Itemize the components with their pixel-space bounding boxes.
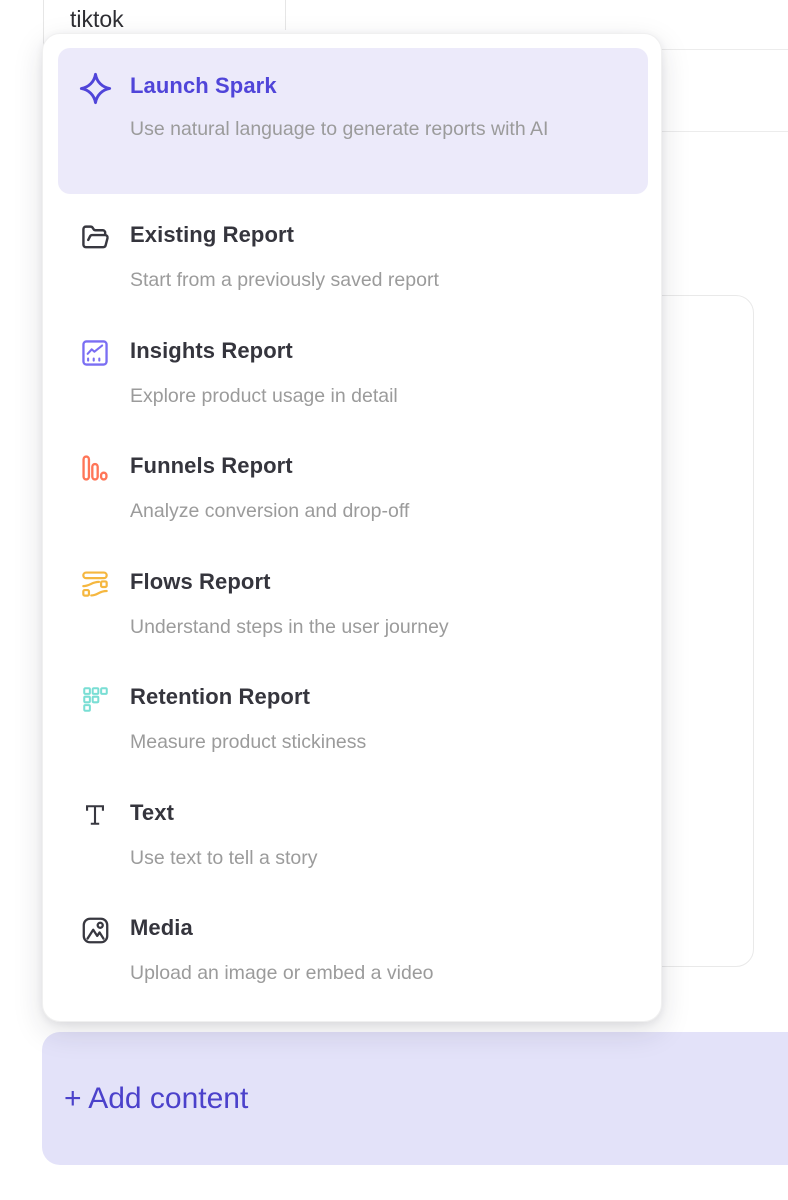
menu-item-insights-report[interactable]: Insights Report Explore product usage in … <box>58 336 648 411</box>
menu-item-text[interactable]: Text Use text to tell a story <box>58 798 648 873</box>
menu-item-title: Funnels Report <box>130 451 628 481</box>
menu-item-description: Use natural language to generate reports… <box>130 115 608 144</box>
menu-item-existing-report[interactable]: Existing Report Start from a previously s… <box>58 220 648 295</box>
retention-grid-icon <box>78 682 112 716</box>
screen: tiktok Launch Spark Use natural language … <box>0 0 788 1200</box>
menu-item-description: Understand steps in the user journey <box>130 613 628 642</box>
media-image-icon <box>78 913 112 947</box>
menu-item-title: Insights Report <box>130 336 628 366</box>
background-table-cell-text: tiktok <box>70 6 124 33</box>
spark-icon <box>78 71 112 105</box>
menu-item-text: Existing Report Start from a previously s… <box>130 220 628 295</box>
menu-item-title: Existing Report <box>130 220 628 250</box>
menu-item-title: Media <box>130 913 628 943</box>
menu-item-text: Insights Report Explore product usage in … <box>130 336 628 411</box>
menu-item-description: Upload an image or embed a video <box>130 959 628 988</box>
menu-item-media[interactable]: Media Upload an image or embed a video <box>58 913 648 988</box>
menu-item-description: Start from a previously saved report <box>130 266 628 295</box>
funnel-bars-icon <box>78 451 112 485</box>
menu-item-description: Use text to tell a story <box>130 844 628 873</box>
add-content-button[interactable]: + Add content <box>42 1032 788 1165</box>
menu-item-launch-spark[interactable]: Launch Spark Use natural language to gene… <box>58 48 648 194</box>
menu-item-description: Explore product usage in detail <box>130 382 628 411</box>
menu-item-title: Text <box>130 798 628 828</box>
menu-item-text: Text Use text to tell a story <box>130 798 628 873</box>
folder-open-icon <box>78 220 112 254</box>
background-table-border <box>285 0 286 30</box>
menu-item-flows-report[interactable]: Flows Report Understand steps in the user… <box>58 567 648 642</box>
add-content-label: + Add content <box>64 1084 248 1114</box>
menu-item-text: Launch Spark Use natural language to gene… <box>130 71 628 144</box>
menu-item-retention-report[interactable]: Retention Report Measure product stickine… <box>58 682 648 757</box>
menu-item-title: Launch Spark <box>130 71 628 101</box>
menu-item-description: Measure product stickiness <box>130 728 628 757</box>
menu-item-text: Retention Report Measure product stickine… <box>130 682 628 757</box>
text-icon <box>78 798 112 832</box>
menu-item-title: Retention Report <box>130 682 628 712</box>
menu-item-funnels-report[interactable]: Funnels Report Analyze conversion and dro… <box>58 451 648 526</box>
flows-icon <box>78 567 112 601</box>
menu-item-description: Analyze conversion and drop-off <box>130 497 628 526</box>
menu-item-text: Funnels Report Analyze conversion and dro… <box>130 451 628 526</box>
menu-item-text: Media Upload an image or embed a video <box>130 913 628 988</box>
menu-item-text: Flows Report Understand steps in the user… <box>130 567 628 642</box>
background-table-border <box>43 0 44 46</box>
add-content-menu: Launch Spark Use natural language to gene… <box>42 33 662 1022</box>
menu-item-title: Flows Report <box>130 567 628 597</box>
insights-chart-icon <box>78 336 112 370</box>
